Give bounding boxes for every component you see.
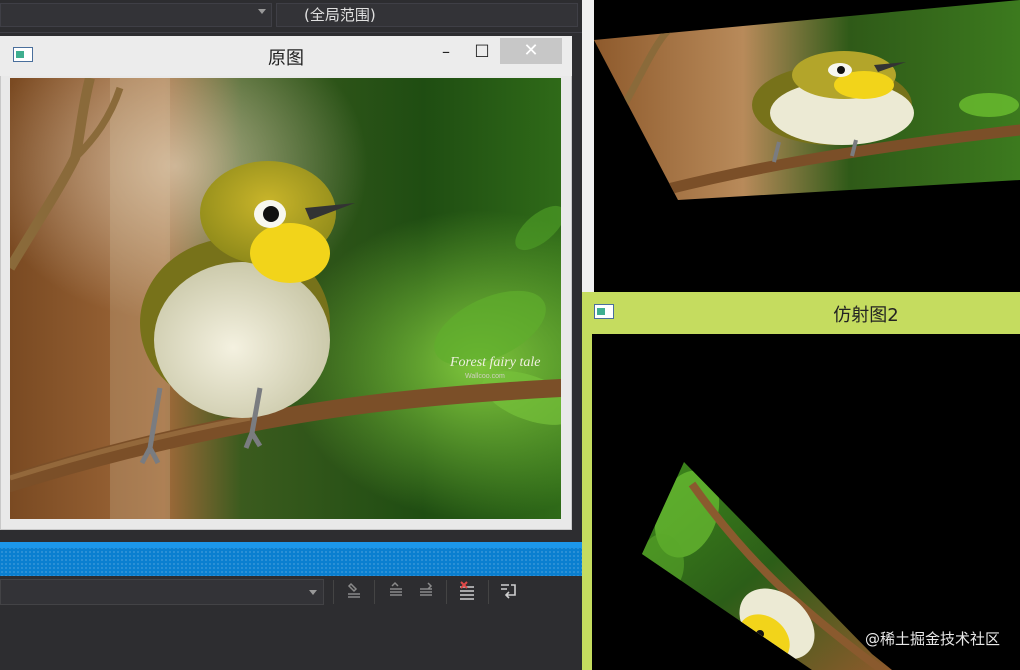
photo-caption: Forest fairy tale <box>449 355 540 370</box>
maximize-icon[interactable]: □ <box>472 40 492 59</box>
dropdown-arrow-icon[interactable] <box>258 9 266 14</box>
output-panel-titlebar-highlight <box>0 542 582 548</box>
close-icon[interactable]: ✕ <box>500 38 562 64</box>
affine-image-2 <box>592 334 1020 670</box>
affine-image-1 <box>594 0 1020 292</box>
toolbar-separator <box>374 580 375 604</box>
dropdown-arrow-icon[interactable] <box>309 590 317 595</box>
window-title: 仿射图2 <box>833 305 899 326</box>
previous-message-icon[interactable] <box>384 580 408 604</box>
watermark: @稀土掘金技术社区 <box>864 630 1000 648</box>
word-wrap-icon[interactable] <box>496 580 520 604</box>
toolbar-separator <box>333 580 334 604</box>
next-message-icon[interactable] <box>414 580 438 604</box>
member-scope-dropdown[interactable]: (全局范围) <box>276 3 578 27</box>
window-divider <box>582 0 594 295</box>
scope-label: (全局范围) <box>304 6 376 24</box>
clear-all-icon[interactable] <box>455 580 479 604</box>
find-message-icon[interactable] <box>342 580 366 604</box>
original-photo: Forest fairy tale Wallcoo.com <box>10 78 561 519</box>
minimize-icon[interactable]: – <box>436 42 456 61</box>
toolbar-separator <box>446 580 447 604</box>
photo-caption-site: Wallcoo.com <box>465 373 505 380</box>
type-scope-dropdown[interactable] <box>0 3 272 27</box>
output-source-dropdown[interactable] <box>0 579 324 605</box>
window-title: 原图 <box>268 48 304 69</box>
ide-panel-gap <box>0 528 582 542</box>
app-window-icon <box>13 47 33 62</box>
app-window-icon <box>594 304 614 319</box>
output-content-area <box>0 610 582 670</box>
toolbar-separator <box>488 580 489 604</box>
